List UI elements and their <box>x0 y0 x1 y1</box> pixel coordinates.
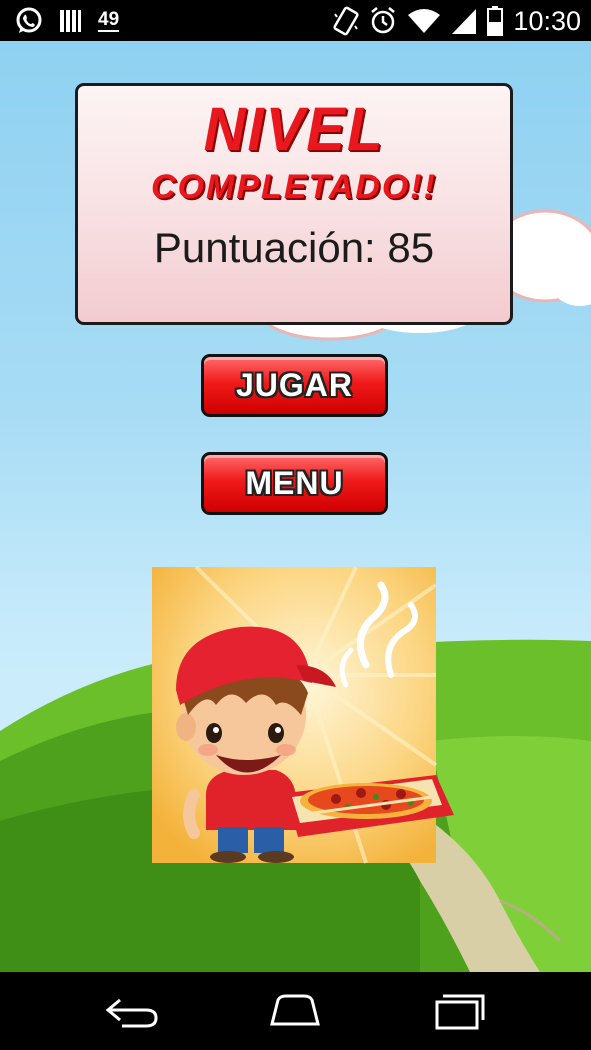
clock: 10:30 <box>513 5 581 36</box>
play-button[interactable]: JUGAR <box>201 354 388 417</box>
game-scene: NIVEL COMPLETADO!! Puntuación: 85 JUGAR … <box>0 41 591 972</box>
completed-title: COMPLETADO!! <box>151 168 437 206</box>
menu-button[interactable]: MENU <box>201 452 388 515</box>
notification-count: 49 <box>98 9 120 32</box>
whatsapp-icon <box>16 7 42 33</box>
home-icon[interactable] <box>264 990 326 1030</box>
battery-icon <box>487 6 504 36</box>
signal-icon <box>452 9 477 34</box>
wifi-icon <box>408 9 441 33</box>
back-icon[interactable] <box>102 992 162 1032</box>
recent-apps-icon[interactable] <box>431 990 491 1032</box>
navigation-bar <box>0 972 591 1050</box>
bars-icon <box>60 10 81 32</box>
level-title: NIVEL <box>203 95 385 164</box>
vibrate-icon <box>333 6 360 36</box>
score-text: Puntuación: 85 <box>153 224 435 271</box>
status-bar: 49 10:30 <box>0 0 591 41</box>
pizza-boy-illustration <box>152 565 454 864</box>
level-complete-panel: NIVEL COMPLETADO!! Puntuación: 85 <box>75 83 513 325</box>
alarm-icon <box>371 7 396 34</box>
